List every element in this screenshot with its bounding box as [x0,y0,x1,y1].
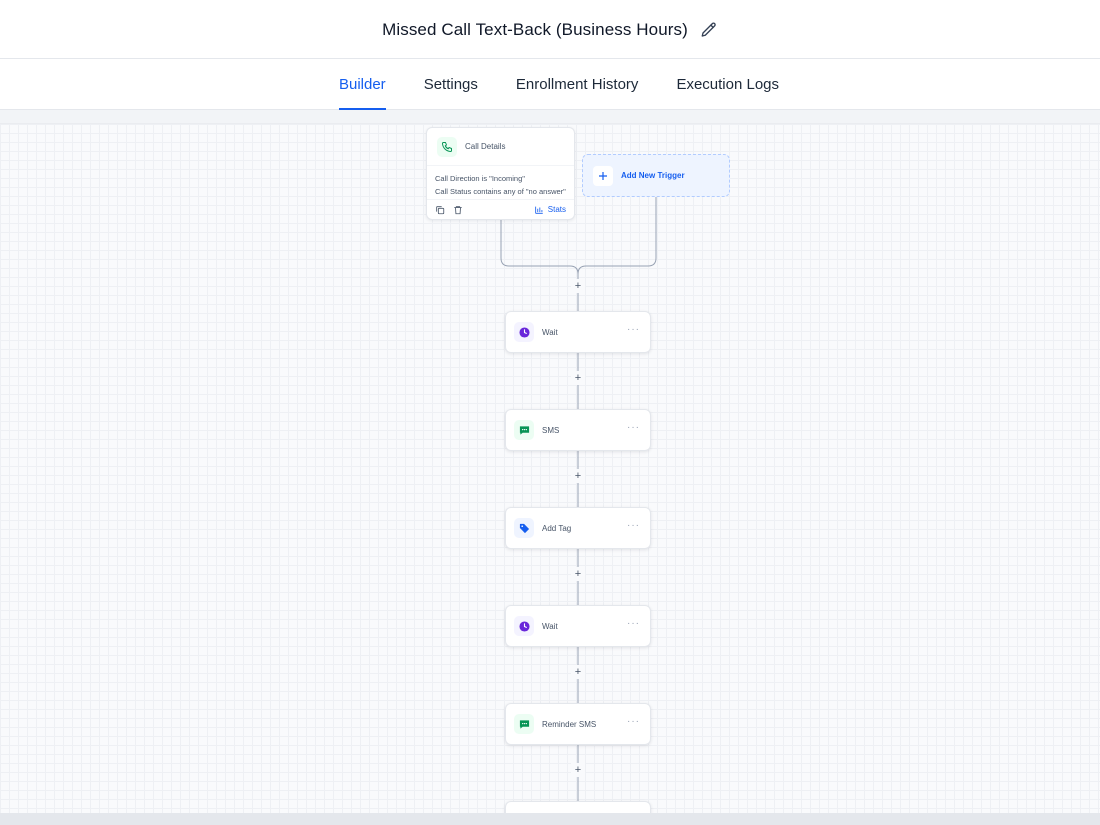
pencil-icon[interactable] [700,21,718,39]
more-options-icon[interactable]: ··· [627,717,640,727]
bar-chart-icon [535,206,543,214]
add-step-plus-button[interactable]: + [571,763,585,777]
title-wrap: Missed Call Text-Back (Business Hours) [0,0,1100,59]
add-new-trigger-button[interactable]: Add New Trigger [582,154,730,197]
tab-bar: Builder Settings Enrollment History Exec… [0,59,1100,110]
more-options-icon[interactable]: ··· [627,325,640,335]
stats-button[interactable]: Stats [534,205,566,215]
horizontal-scrollbar[interactable] [0,813,1100,825]
trigger-condition-status: Call Status contains any of "no answer" [435,187,566,196]
clock-icon [514,322,534,342]
action-card-reminder-sms[interactable]: Reminder SMS ··· [505,703,651,745]
stats-label: Stats [547,205,566,214]
copy-icon[interactable] [435,205,445,215]
phone-icon [437,136,457,157]
trigger-condition-direction: Call Direction is "Incoming" [435,174,525,183]
workflow-title[interactable]: Missed Call Text-Back (Business Hours) [382,20,688,40]
action-card-wait[interactable]: Wait ··· [505,605,651,647]
connector-trigger-left [500,220,579,275]
workflow-canvas[interactable]: Call Details Call Direction is "Incoming… [0,124,1100,813]
action-label: SMS [542,425,560,435]
message-icon [514,420,534,440]
add-step-plus-button[interactable]: + [571,567,585,581]
action-label: Wait [542,327,558,337]
tabs-inner: Builder Settings Enrollment History Exec… [321,59,779,110]
action-card-sms[interactable]: SMS ··· [505,409,651,451]
add-new-trigger-label: Add New Trigger [621,171,685,180]
more-options-icon[interactable]: ··· [627,521,640,531]
trigger-card-call-details[interactable]: Call Details Call Direction is "Incoming… [426,127,575,220]
action-card-wait[interactable]: Wait ··· [505,311,651,353]
add-step-plus-button[interactable]: + [571,371,585,385]
tab-execution-logs[interactable]: Execution Logs [676,59,779,110]
canvas-toolbar-strip [0,110,1100,124]
more-options-icon[interactable]: ··· [627,423,640,433]
message-icon [514,714,534,734]
trigger-header: Call Details [427,128,574,166]
tab-settings[interactable]: Settings [424,59,478,110]
plus-icon [593,165,613,186]
clock-icon [514,616,534,636]
action-label: Wait [542,621,558,631]
tab-enrollment-history[interactable]: Enrollment History [516,59,639,110]
add-step-plus-button[interactable]: + [571,279,585,293]
trigger-footer: Stats [427,199,574,219]
action-label: Reminder SMS [542,719,597,729]
action-card-add-tag[interactable]: Add Tag ··· [505,507,651,549]
action-card-partial[interactable] [505,801,651,813]
tag-icon [514,518,534,538]
more-options-icon[interactable]: ··· [627,619,640,629]
action-label: Add Tag [542,523,572,533]
add-step-plus-button[interactable]: + [571,665,585,679]
tab-builder[interactable]: Builder [338,59,386,110]
trash-icon[interactable] [453,205,463,215]
connector-trigger-right [577,197,657,275]
top-bar: Missed Call Text-Back (Business Hours) [0,0,1100,59]
add-step-plus-button[interactable]: + [571,469,585,483]
trigger-title: Call Details [465,142,506,151]
